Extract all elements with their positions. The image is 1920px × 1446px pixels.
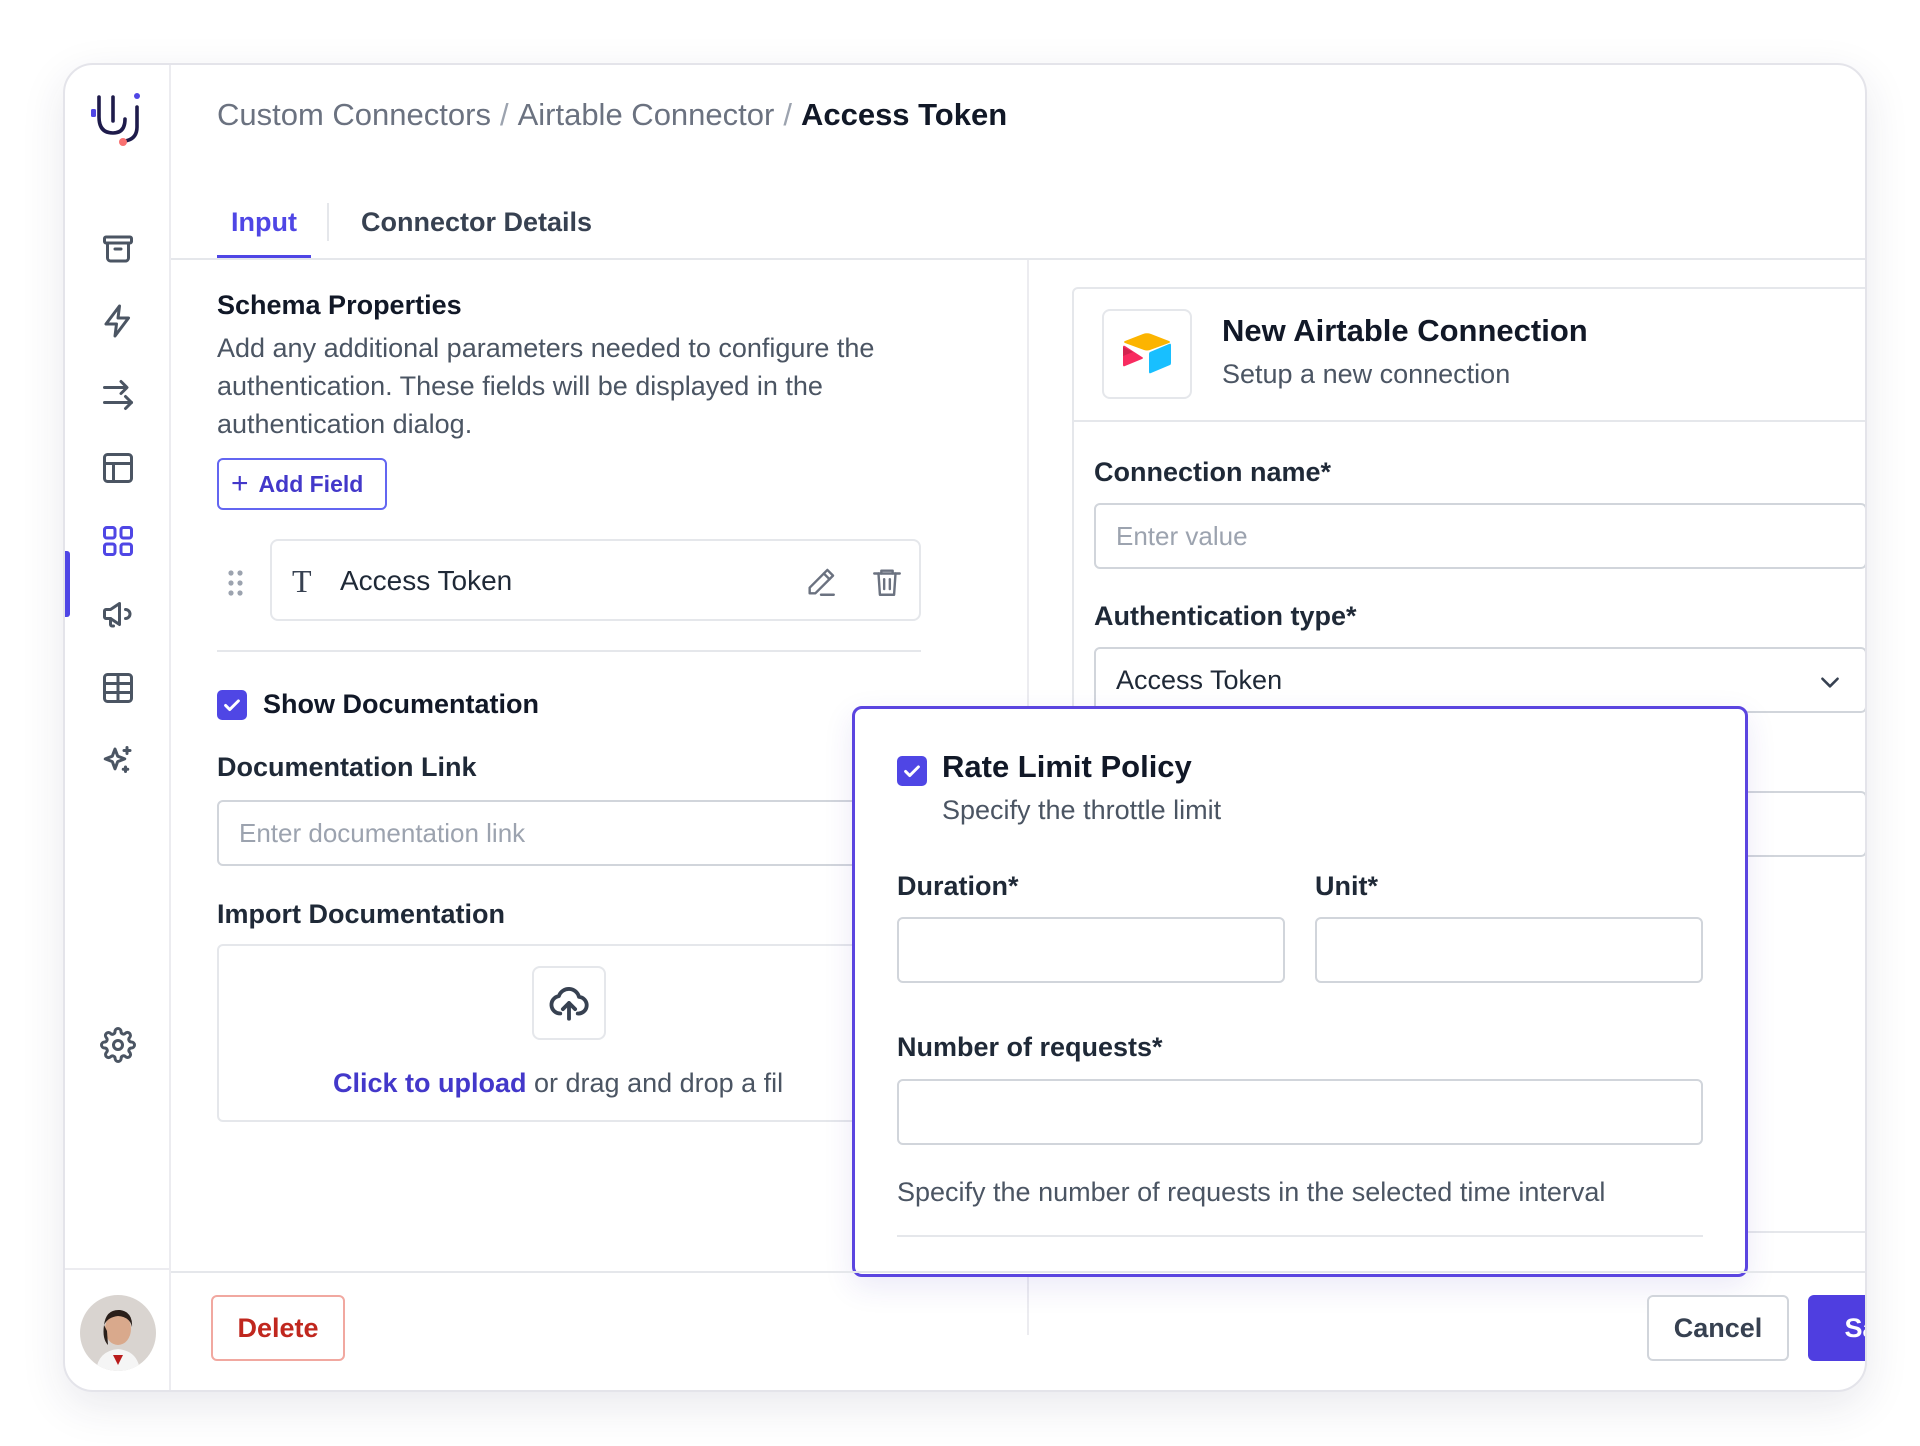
- duration-input[interactable]: [897, 917, 1285, 983]
- unit-input[interactable]: [1315, 917, 1703, 983]
- save-button[interactable]: Save: [1808, 1295, 1865, 1361]
- documentation-link-input[interactable]: Enter documentation link: [217, 800, 921, 866]
- upload-dropzone[interactable]: Click to upload or drag and drop a fil: [217, 944, 921, 1122]
- arrows-right-icon[interactable]: [98, 375, 138, 415]
- duration-label: Duration*: [897, 871, 1019, 901]
- unit-label: Unit*: [1315, 871, 1378, 901]
- show-documentation-label: Show Documentation: [263, 689, 539, 719]
- plus-icon: +: [231, 467, 249, 500]
- panel-divider: [897, 1235, 1703, 1237]
- footer-divider: [171, 1271, 1865, 1273]
- section-divider: [217, 650, 921, 652]
- megaphone-icon[interactable]: [98, 594, 138, 634]
- number-of-requests-label: Number of requests*: [897, 1032, 1163, 1062]
- authentication-type-value: Access Token: [1116, 665, 1283, 695]
- authentication-type-label: Authentication type*: [1094, 601, 1357, 631]
- schema-heading: Schema Properties: [217, 290, 462, 320]
- add-field-label: Add Field: [258, 470, 364, 497]
- drag-handle-icon[interactable]: [226, 568, 246, 598]
- sidebar: [65, 65, 171, 1390]
- archive-icon[interactable]: [98, 229, 138, 269]
- breadcrumb: Custom Connectors / Airtable Connector / Acc…: [217, 97, 1007, 133]
- gear-icon[interactable]: [98, 1025, 138, 1065]
- rate-limit-panel: Rate Limit Policy Specify the throttle l…: [852, 706, 1748, 1277]
- active-nav-indicator: [65, 551, 70, 617]
- cancel-button[interactable]: Cancel: [1647, 1295, 1789, 1361]
- add-field-button[interactable]: + Add Field: [217, 458, 387, 510]
- number-of-requests-help: Specify the number of requests in the se…: [897, 1177, 1606, 1207]
- breadcrumb-separator: /: [783, 97, 792, 132]
- pencil-icon[interactable]: [804, 565, 838, 599]
- app-window: Custom Connectors / Airtable Connector / Acc…: [63, 63, 1867, 1392]
- upload-hint: or drag and drop a fil: [526, 1068, 784, 1098]
- upload-cloud-icon[interactable]: [532, 966, 606, 1040]
- card-divider: [1074, 420, 1865, 422]
- tab-input[interactable]: Input: [217, 197, 311, 259]
- airtable-logo: [1102, 309, 1192, 399]
- tab-connector-details[interactable]: Connector Details: [347, 197, 606, 259]
- tab-bar: Input Connector Details: [217, 197, 606, 259]
- breadcrumb-separator: /: [499, 97, 509, 132]
- rate-limit-checkbox[interactable]: [897, 756, 927, 786]
- grid-icon[interactable]: [98, 521, 138, 561]
- connection-name-input[interactable]: Enter value: [1094, 503, 1865, 569]
- show-documentation-checkbox[interactable]: Show Documentation: [217, 689, 539, 720]
- schema-field-label: Access Token: [340, 565, 513, 596]
- rate-limit-subtitle: Specify the throttle limit: [942, 795, 1222, 825]
- checkbox-checked-icon[interactable]: [217, 689, 247, 720]
- import-documentation-label: Import Documentation: [217, 899, 505, 929]
- schema-field-row[interactable]: T Access Token: [270, 539, 921, 621]
- main-content: Custom Connectors / Airtable Connector / Acc…: [171, 65, 1865, 1390]
- layout-icon[interactable]: [98, 448, 138, 488]
- trash-icon[interactable]: [870, 565, 904, 599]
- app-logo[interactable]: [89, 87, 147, 147]
- lightning-icon[interactable]: [98, 301, 138, 341]
- chevron-down-icon: [1821, 677, 1839, 688]
- text-type-icon: T: [292, 563, 312, 599]
- number-of-requests-input[interactable]: [897, 1079, 1703, 1145]
- sidebar-divider: [65, 1268, 169, 1270]
- breadcrumb-item-custom-connectors[interactable]: Custom Connectors: [217, 97, 491, 132]
- table-icon[interactable]: [98, 668, 138, 708]
- connection-card-subtitle: Setup a new connection: [1222, 359, 1511, 389]
- upload-instructions: Click to upload or drag and drop a fil: [333, 1068, 783, 1099]
- authentication-type-select[interactable]: Access Token: [1094, 647, 1865, 713]
- avatar[interactable]: [80, 1295, 156, 1371]
- connection-name-label: Connection name*: [1094, 457, 1332, 487]
- schema-description: Add any additional parameters needed to …: [217, 333, 875, 439]
- connection-card-title: New Airtable Connection: [1222, 313, 1588, 348]
- rate-limit-title: Rate Limit Policy: [942, 749, 1192, 784]
- click-to-upload-link[interactable]: Click to upload: [333, 1068, 527, 1098]
- tab-separator: [326, 203, 329, 241]
- tabs-divider: [171, 258, 1865, 260]
- sparkles-icon[interactable]: [98, 741, 138, 781]
- documentation-link-label: Documentation Link: [217, 752, 477, 782]
- breadcrumb-current: Access Token: [800, 97, 1008, 132]
- delete-button[interactable]: Delete: [211, 1295, 345, 1361]
- breadcrumb-item-airtable-connector[interactable]: Airtable Connector: [518, 97, 775, 132]
